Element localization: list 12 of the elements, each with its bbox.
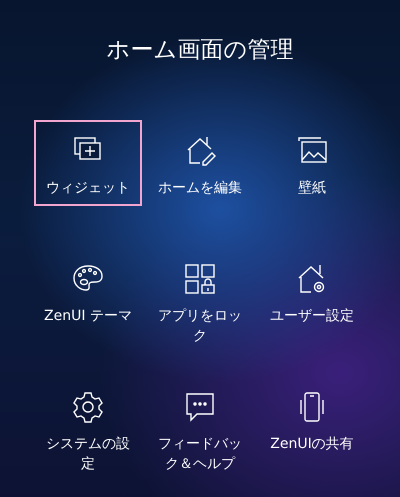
menu-item[interactable]: システムの設定 xyxy=(34,376,142,494)
menu-item[interactable]: ZenUIの共有 xyxy=(258,376,366,494)
menu-item[interactable]: ユーザー設定 xyxy=(258,248,366,366)
window-title: ホーム画面の管理 xyxy=(106,36,294,65)
menu-item[interactable]: ウィジェット xyxy=(34,120,142,206)
menu-item[interactable]: アプリをロック xyxy=(146,248,254,366)
grid-lock-icon xyxy=(183,262,217,296)
menu-item[interactable]: フィードバック＆ヘルプ xyxy=(146,376,254,494)
menu-item[interactable]: 壁紙 xyxy=(258,120,366,238)
menu-item[interactable]: ホームを編集 xyxy=(146,120,254,238)
menu-item[interactable]: ZenUI テーマ xyxy=(34,248,142,366)
settings-icon xyxy=(71,390,105,424)
